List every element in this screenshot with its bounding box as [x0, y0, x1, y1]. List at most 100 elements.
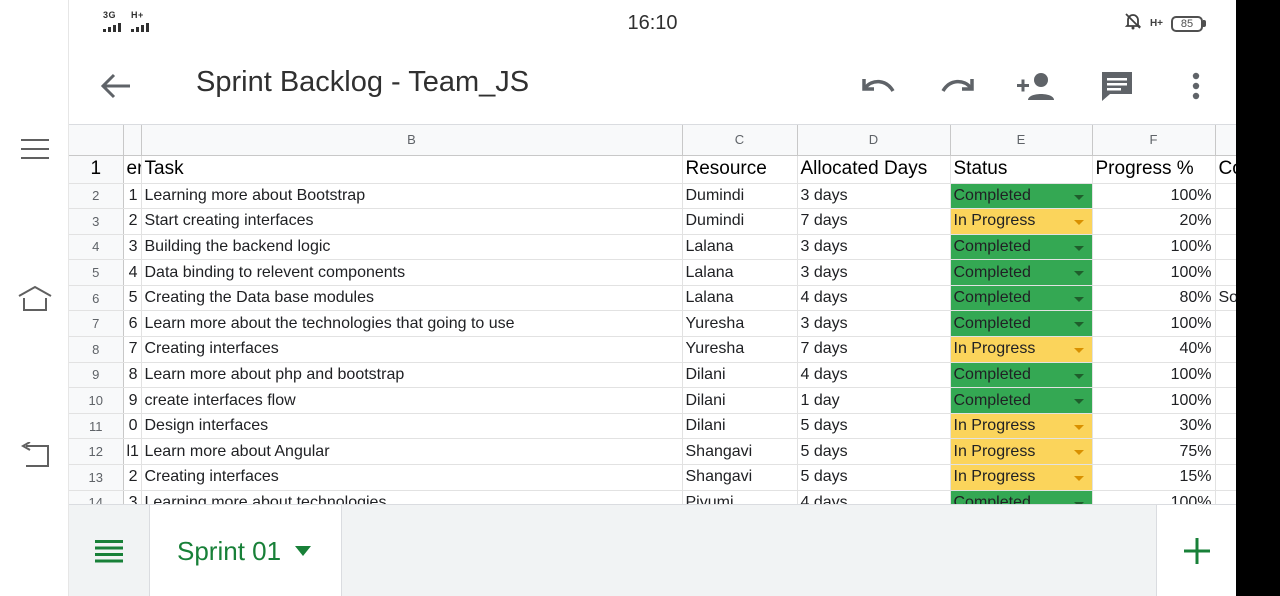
resource-cell[interactable]: Dilani: [682, 362, 798, 389]
id-cell[interactable]: 3: [123, 234, 142, 261]
all-sheets-list-icon[interactable]: [79, 529, 139, 573]
row-number[interactable]: 5: [69, 259, 124, 286]
row-number[interactable]: 2: [69, 183, 124, 210]
menu-nav-icon[interactable]: [12, 129, 58, 169]
progress-cell[interactable]: 15%: [1092, 464, 1216, 491]
resource-cell[interactable]: Shangavi: [682, 464, 798, 491]
column-header-c[interactable]: C: [682, 125, 798, 156]
resource-cell[interactable]: Lalana: [682, 285, 798, 312]
status-dropdown-cell[interactable]: Completed: [950, 387, 1093, 414]
task-cell[interactable]: Learning more about Bootstrap: [141, 183, 683, 210]
column-header-f[interactable]: F: [1092, 125, 1216, 156]
resource-cell[interactable]: Shangavi: [682, 438, 798, 466]
task-cell[interactable]: Learn more about php and bootstrap: [141, 362, 683, 389]
task-cell[interactable]: Design interfaces: [141, 413, 683, 440]
status-dropdown-cell[interactable]: Completed: [950, 234, 1093, 261]
extra-cell[interactable]: [1215, 438, 1236, 466]
days-cell[interactable]: 5 days: [797, 464, 951, 491]
header-days-cell[interactable]: Allocated Days: [797, 155, 951, 184]
row-number[interactable]: 14: [69, 490, 124, 504]
id-cell[interactable]: 2: [123, 208, 142, 235]
progress-cell[interactable]: 100%: [1092, 310, 1216, 338]
status-dropdown-cell[interactable]: In Progress: [950, 208, 1093, 235]
row-number[interactable]: 3: [69, 208, 124, 235]
task-cell[interactable]: Creating interfaces: [141, 336, 683, 363]
add-sheet-button[interactable]: [1156, 505, 1236, 596]
days-cell[interactable]: 4 days: [797, 285, 951, 312]
resource-cell[interactable]: Piyumi: [682, 490, 798, 504]
resource-cell[interactable]: Yuresha: [682, 310, 798, 338]
header-status-cell[interactable]: Status: [950, 155, 1093, 184]
id-cell[interactable]: 2: [123, 464, 142, 491]
progress-cell[interactable]: 40%: [1092, 336, 1216, 363]
status-dropdown-cell[interactable]: In Progress: [950, 464, 1093, 491]
progress-cell[interactable]: 75%: [1092, 438, 1216, 466]
progress-cell[interactable]: 100%: [1092, 259, 1216, 286]
task-cell[interactable]: Start creating interfaces: [141, 208, 683, 235]
sheet-tab-dropdown-icon[interactable]: [295, 546, 312, 556]
column-header-e[interactable]: E: [950, 125, 1093, 156]
task-cell[interactable]: Creating interfaces: [141, 464, 683, 491]
header-resource-cell[interactable]: Resource: [682, 155, 798, 184]
progress-cell[interactable]: 20%: [1092, 208, 1216, 235]
resource-cell[interactable]: Dilani: [682, 413, 798, 440]
comment-icon[interactable]: [1094, 64, 1140, 108]
id-cell[interactable]: 4: [123, 259, 142, 286]
row-number[interactable]: 6: [69, 285, 124, 312]
task-cell[interactable]: create interfaces flow: [141, 387, 683, 414]
select-all-corner[interactable]: [69, 125, 124, 156]
status-dropdown-cell[interactable]: Completed: [950, 310, 1093, 338]
extra-cell[interactable]: [1215, 208, 1236, 235]
days-cell[interactable]: 3 days: [797, 183, 951, 210]
row-number[interactable]: 4: [69, 234, 124, 261]
row-number[interactable]: 13: [69, 464, 124, 491]
row-number[interactable]: 8: [69, 336, 124, 363]
column-header-d[interactable]: D: [797, 125, 951, 156]
header-task-cell[interactable]: Task: [141, 155, 683, 184]
days-cell[interactable]: 7 days: [797, 208, 951, 235]
document-title[interactable]: Sprint Backlog - Team_JS: [196, 66, 529, 99]
resource-cell[interactable]: Dumindi: [682, 183, 798, 210]
progress-cell[interactable]: 100%: [1092, 362, 1216, 389]
id-cell[interactable]: 3: [123, 490, 142, 504]
task-cell[interactable]: Learn more about Angular: [141, 438, 683, 466]
spreadsheet-grid[interactable]: B C D E F 1 er Task Resource Allocated D…: [69, 124, 1236, 504]
row-number[interactable]: 1: [69, 155, 124, 184]
id-cell[interactable]: 5: [123, 285, 142, 312]
id-cell[interactable]: l1: [123, 438, 142, 466]
extra-cell[interactable]: [1215, 234, 1236, 261]
resource-cell[interactable]: Dilani: [682, 387, 798, 414]
progress-cell[interactable]: 30%: [1092, 413, 1216, 440]
status-dropdown-cell[interactable]: Completed: [950, 285, 1093, 312]
days-cell[interactable]: 4 days: [797, 490, 951, 504]
extra-cell[interactable]: [1215, 490, 1236, 504]
task-cell[interactable]: Creating the Data base modules: [141, 285, 683, 312]
days-cell[interactable]: 7 days: [797, 336, 951, 363]
column-header-g[interactable]: [1215, 125, 1236, 156]
task-cell[interactable]: Data binding to relevent components: [141, 259, 683, 286]
row-number[interactable]: 12: [69, 438, 124, 466]
column-header-b[interactable]: B: [141, 125, 683, 156]
extra-cell[interactable]: [1215, 310, 1236, 338]
back-arrow-icon[interactable]: [93, 64, 139, 108]
extra-cell[interactable]: [1215, 183, 1236, 210]
extra-cell[interactable]: [1215, 413, 1236, 440]
extra-cell[interactable]: [1215, 362, 1236, 389]
task-cell[interactable]: Building the backend logic: [141, 234, 683, 261]
row-number[interactable]: 7: [69, 310, 124, 338]
resource-cell[interactable]: Lalana: [682, 259, 798, 286]
more-vert-icon[interactable]: [1173, 64, 1219, 108]
days-cell[interactable]: 3 days: [797, 259, 951, 286]
id-cell[interactable]: 9: [123, 387, 142, 414]
id-cell[interactable]: 7: [123, 336, 142, 363]
sheet-tab-active[interactable]: Sprint 01: [149, 505, 342, 596]
redo-icon[interactable]: [935, 64, 981, 108]
status-dropdown-cell[interactable]: Completed: [950, 362, 1093, 389]
id-cell[interactable]: 6: [123, 310, 142, 338]
header-id-cell[interactable]: er: [123, 155, 142, 184]
id-cell[interactable]: 0: [123, 413, 142, 440]
status-dropdown-cell[interactable]: Completed: [950, 490, 1093, 504]
days-cell[interactable]: 5 days: [797, 438, 951, 466]
extra-cell[interactable]: So: [1215, 285, 1236, 312]
progress-cell[interactable]: 100%: [1092, 387, 1216, 414]
